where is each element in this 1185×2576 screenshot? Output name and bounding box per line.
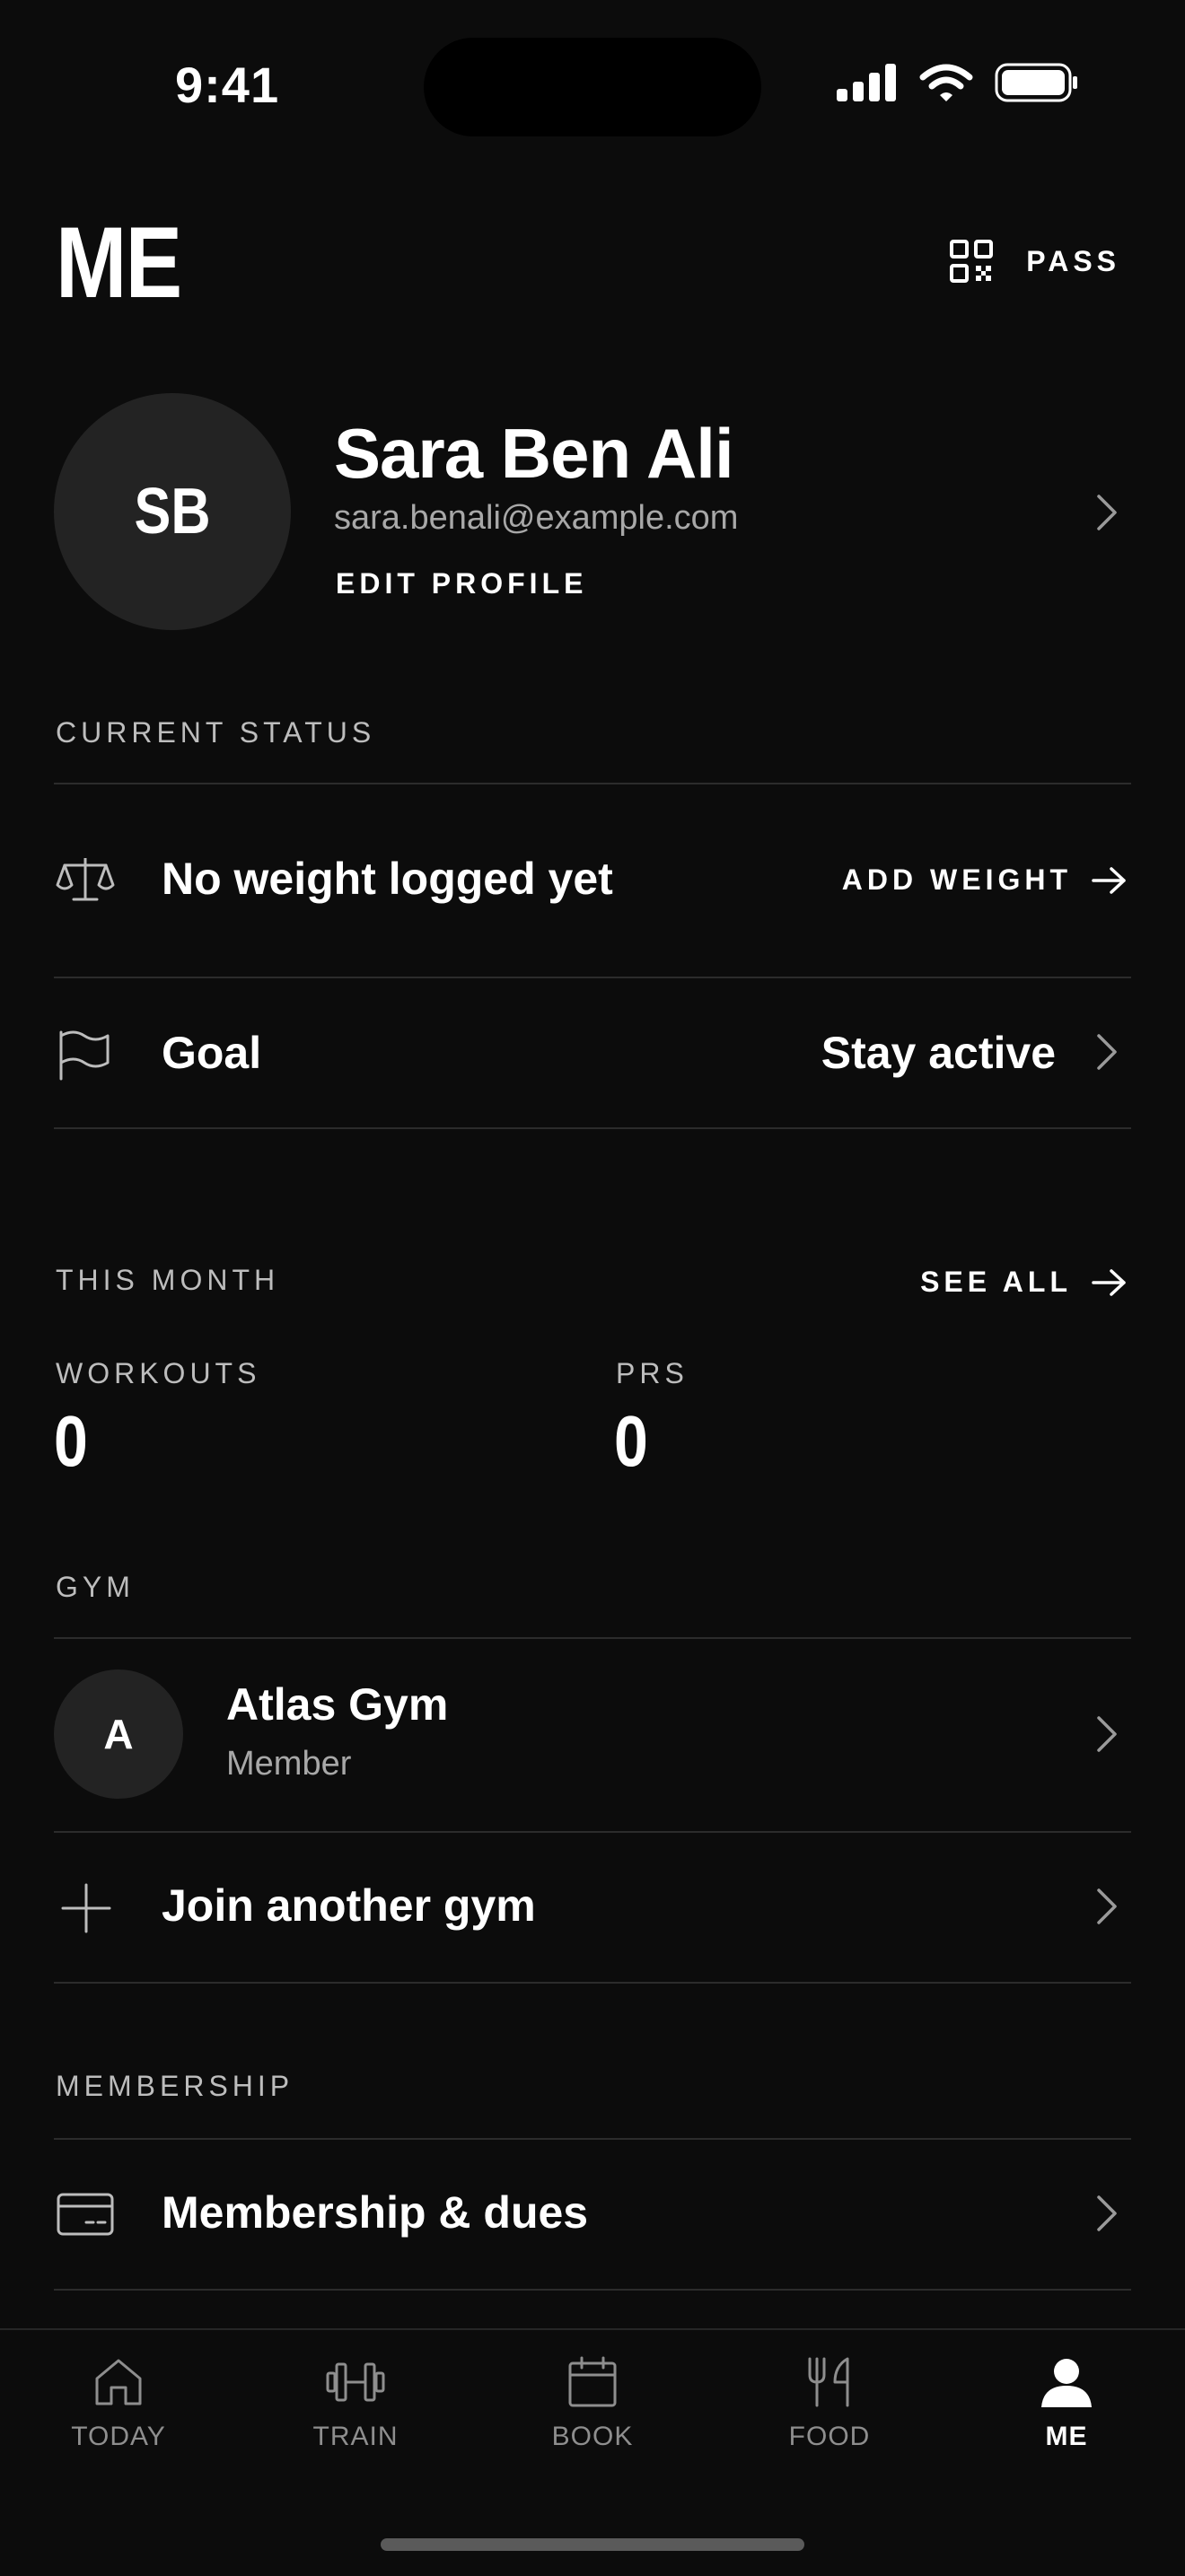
- gym-avatar: A: [54, 1669, 183, 1799]
- section-label-current-status: CURRENT STATUS: [56, 716, 376, 749]
- page-title: ME: [56, 206, 182, 319]
- dynamic-island: [424, 38, 761, 136]
- plus-icon: [61, 1883, 111, 1933]
- divider: [54, 1127, 1131, 1129]
- prs-label: PRS: [616, 1357, 689, 1389]
- tab-today[interactable]: TODAY: [29, 2355, 208, 2452]
- battery-icon: [995, 63, 1077, 102]
- fork-knife-icon: [808, 2357, 849, 2407]
- scale-icon: [56, 858, 115, 901]
- add-weight-label: ADD WEIGHT: [841, 863, 1072, 896]
- arrow-right-icon: [1092, 866, 1126, 894]
- card-icon: [57, 2193, 114, 2236]
- status-time: 9:41: [175, 57, 280, 113]
- chevron-right-icon[interactable]: [1095, 1714, 1119, 1754]
- edit-profile-link[interactable]: EDIT PROFILE: [336, 567, 587, 600]
- person-icon: [1041, 2359, 1092, 2407]
- avatar-initials: SB: [134, 476, 211, 548]
- section-label-gym: GYM: [56, 1571, 135, 1603]
- calendar-icon: [568, 2356, 617, 2407]
- chevron-right-icon[interactable]: [1095, 1032, 1119, 1072]
- pass-button[interactable]: PASS: [949, 239, 1120, 284]
- tab-label: FOOD: [788, 2422, 871, 2451]
- pass-label: PASS: [1026, 244, 1120, 277]
- chevron-right-icon[interactable]: [1095, 1887, 1119, 1926]
- membership-dues-label: Membership & dues: [162, 2187, 589, 2238]
- tab-food[interactable]: FOOD: [740, 2355, 919, 2452]
- tab-train[interactable]: TRAIN: [266, 2355, 445, 2452]
- section-label-this-month: THIS MONTH: [56, 1264, 280, 1296]
- qr-code-icon: [950, 240, 994, 283]
- tab-me[interactable]: ME: [977, 2355, 1156, 2452]
- section-label-membership: MEMBERSHIP: [56, 2070, 294, 2102]
- weight-status-text: No weight logged yet: [162, 854, 613, 904]
- prs-value: 0: [614, 1401, 648, 1481]
- chevron-right-icon[interactable]: [1095, 2194, 1119, 2233]
- profile-email: sara.benali@example.com: [334, 499, 739, 537]
- goal-value: Stay active: [821, 1028, 1056, 1078]
- tab-label: BOOK: [551, 2422, 634, 2451]
- arrow-right-icon: [1092, 1268, 1126, 1296]
- tab-label: TODAY: [71, 2422, 166, 2451]
- chevron-right-icon[interactable]: [1095, 493, 1119, 532]
- divider: [54, 2289, 1131, 2291]
- see-all-label: SEE ALL: [920, 1266, 1072, 1298]
- join-gym-label: Join another gym: [162, 1880, 536, 1931]
- cellular-signal-icon: [837, 64, 896, 101]
- tab-label: TRAIN: [312, 2422, 399, 2451]
- divider: [54, 1982, 1131, 1984]
- home-indicator: [381, 2538, 804, 2551]
- profile-name[interactable]: Sara Ben Ali: [334, 413, 734, 495]
- tab-label: ME: [1045, 2422, 1088, 2451]
- workouts-value: 0: [54, 1401, 88, 1481]
- see-all-button[interactable]: SEE ALL: [920, 1266, 1128, 1299]
- flag-icon: [59, 1030, 110, 1081]
- avatar[interactable]: SB: [54, 393, 291, 630]
- gym-role: Member: [226, 1745, 352, 1783]
- dumbbell-icon: [326, 2362, 385, 2402]
- wifi-icon: [919, 64, 973, 101]
- add-weight-button[interactable]: ADD WEIGHT: [842, 863, 1128, 897]
- gym-name: Atlas Gym: [226, 1679, 449, 1730]
- home-icon: [95, 2359, 142, 2405]
- tab-book[interactable]: BOOK: [503, 2355, 682, 2452]
- workouts-label: WORKOUTS: [56, 1357, 261, 1389]
- status-icons: [837, 63, 1079, 102]
- goal-label: Goal: [162, 1028, 262, 1078]
